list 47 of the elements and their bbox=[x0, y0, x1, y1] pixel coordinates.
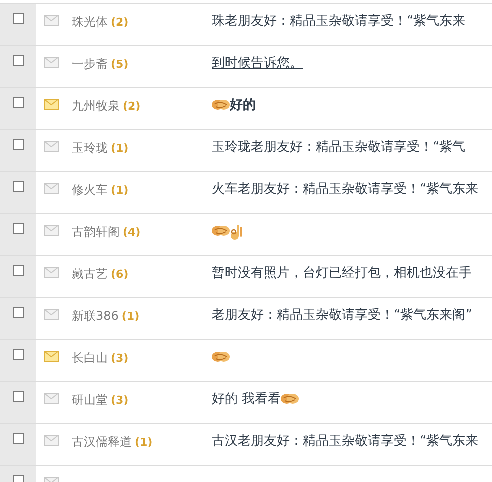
row-checkbox[interactable] bbox=[12, 391, 24, 402]
sender-name[interactable]: 一步斋 bbox=[72, 57, 108, 71]
handshake-icon bbox=[212, 224, 230, 238]
message-link[interactable]: 到时候告诉您。 bbox=[212, 55, 303, 73]
sender-name[interactable]: 长白山 bbox=[72, 351, 108, 365]
message-count: (1) bbox=[135, 436, 153, 449]
message-text: 好的 我看看 bbox=[212, 391, 282, 409]
sender-name[interactable]: 研山堂 bbox=[72, 393, 108, 407]
row-checkbox[interactable] bbox=[12, 55, 24, 66]
sender-name[interactable]: 古汉儒释道 bbox=[72, 435, 132, 449]
message-count: (6) bbox=[111, 268, 129, 281]
message-text: 好的 bbox=[230, 97, 256, 115]
handshake-icon bbox=[281, 392, 300, 406]
row-checkbox[interactable] bbox=[12, 433, 24, 444]
row-checkbox[interactable] bbox=[12, 265, 24, 276]
row-checkbox[interactable] bbox=[12, 181, 24, 192]
sender-name[interactable]: 藏古艺 bbox=[72, 267, 108, 281]
row-checkbox[interactable] bbox=[12, 349, 24, 360]
message-count: (1) bbox=[122, 310, 140, 323]
row-checkbox[interactable] bbox=[12, 307, 24, 318]
sender-name[interactable]: 新联386 bbox=[72, 309, 119, 323]
handshake-icon bbox=[212, 98, 230, 112]
sender-name[interactable]: 九州牧泉 bbox=[72, 99, 120, 113]
message-count: (2) bbox=[111, 16, 129, 29]
message-text: 火车老朋友好：精品玉杂敬请享受！“紫气东来 bbox=[212, 181, 479, 199]
message-count: (3) bbox=[111, 394, 129, 407]
message-text: 玉玲珑老朋友好：精品玉杂敬请享受！“紫气 bbox=[212, 139, 466, 157]
row-checkbox[interactable] bbox=[12, 223, 24, 234]
message-count: (2) bbox=[123, 100, 141, 113]
message-text: 暂时没有照片，台灯已经打包，相机也没在手 bbox=[212, 265, 472, 283]
message-text: 老朋友好：精品玉杂敬请享受！“紫气东来阁” bbox=[212, 307, 472, 325]
sender-name[interactable]: 珠光体 bbox=[72, 15, 108, 29]
row-checkbox[interactable] bbox=[12, 13, 24, 24]
message-count: (1) bbox=[111, 184, 129, 197]
row-checkbox[interactable] bbox=[12, 139, 24, 150]
handshake-icon bbox=[212, 350, 230, 364]
message-count: (1) bbox=[111, 142, 129, 155]
message-count: (4) bbox=[123, 226, 141, 239]
sender-name[interactable]: 玉玲珑 bbox=[72, 141, 108, 155]
message-count: (5) bbox=[111, 58, 129, 71]
sender-name[interactable]: 修火车 bbox=[72, 183, 108, 197]
row-checkbox[interactable] bbox=[12, 97, 24, 108]
ok-hand-icon bbox=[230, 224, 244, 242]
message-count: (3) bbox=[111, 352, 129, 365]
message-text: 珠老朋友好：精品玉杂敬请享受！“紫气东来 bbox=[212, 13, 466, 31]
message-text: 古汉老朋友好：精品玉杂敬请享受！“紫气东来 bbox=[212, 433, 479, 451]
sender-name[interactable]: 古韵轩阁 bbox=[72, 225, 120, 239]
